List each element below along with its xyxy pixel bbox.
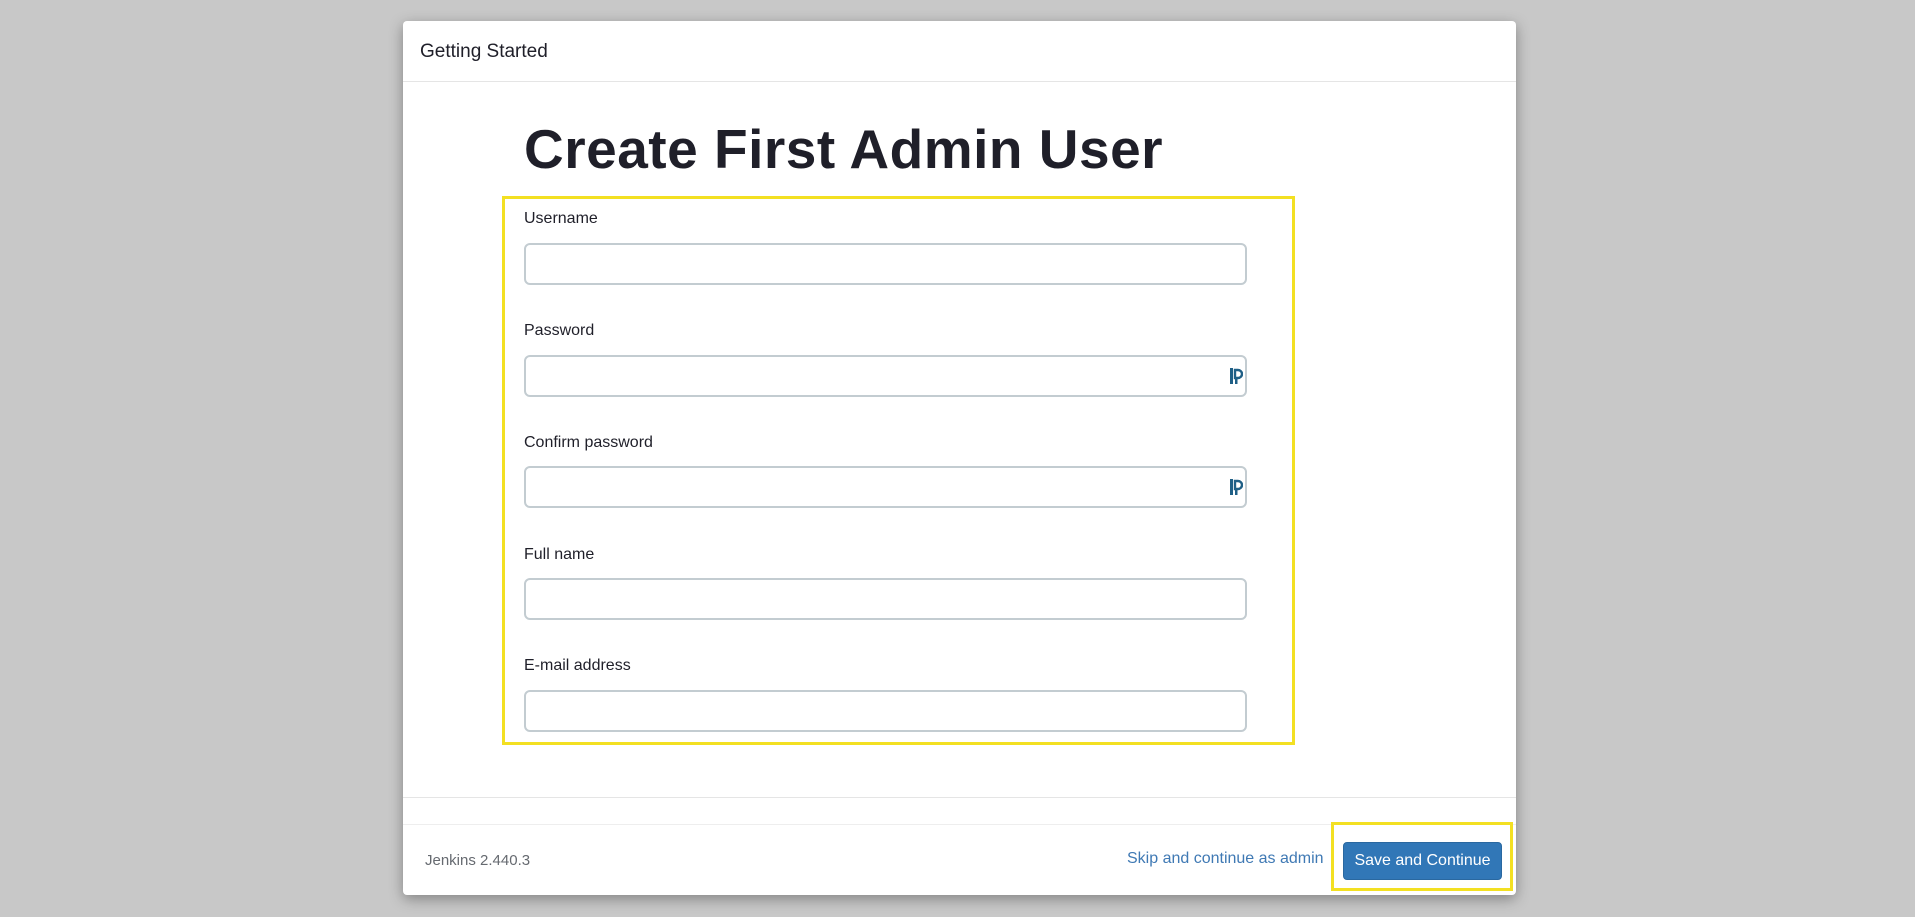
- password-label: Password: [524, 322, 595, 339]
- version-text: Jenkins 2.440.3: [425, 852, 531, 869]
- skip-link[interactable]: Skip and continue as admin: [1127, 850, 1324, 868]
- save-and-continue-button[interactable]: Save and Continue: [1343, 842, 1502, 880]
- dialog-header: Getting Started: [403, 21, 1516, 82]
- full-name-label: Full name: [524, 546, 595, 563]
- password-input[interactable]: [524, 355, 1247, 397]
- footer-divider: [403, 797, 1516, 798]
- confirm-password-label: Confirm password: [524, 434, 653, 451]
- password-manager-icon[interactable]: [1229, 478, 1244, 496]
- setup-dialog: Getting Started Create First Admin User …: [403, 21, 1516, 895]
- dialog-title: Getting Started: [420, 41, 548, 62]
- username-label: Username: [524, 210, 598, 227]
- email-label: E-mail address: [524, 657, 631, 674]
- page-title: Create First Admin User: [524, 118, 1164, 180]
- username-input[interactable]: [524, 243, 1247, 285]
- email-input[interactable]: [524, 690, 1247, 732]
- password-manager-icon[interactable]: [1229, 367, 1244, 385]
- confirm-password-input[interactable]: [524, 466, 1247, 508]
- full-name-input[interactable]: [524, 578, 1247, 620]
